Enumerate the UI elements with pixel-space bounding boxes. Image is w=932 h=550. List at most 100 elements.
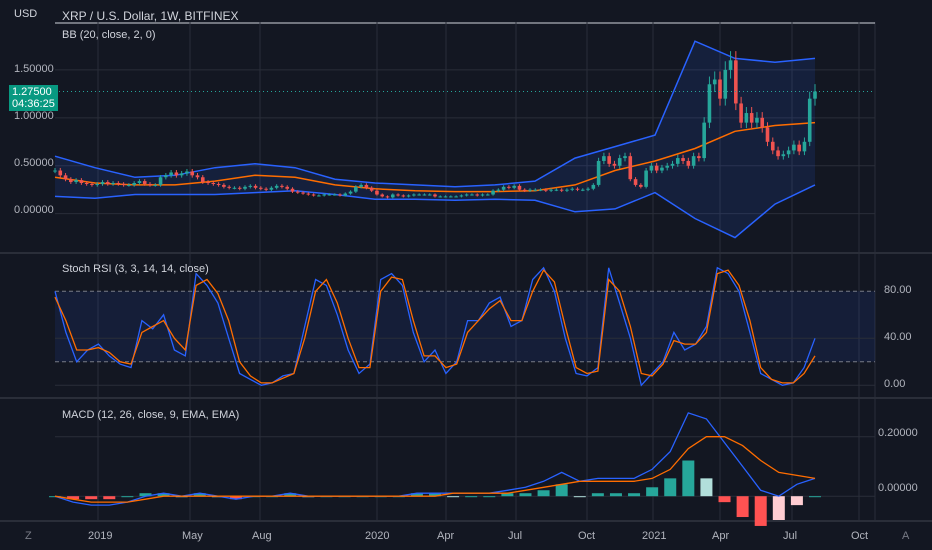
chart-window: USD XRP / U.S. Dollar, 1W, BITFINEX BB (… — [0, 0, 932, 550]
candle-body — [786, 150, 791, 155]
candle-body — [354, 186, 358, 192]
candle-body — [554, 189, 559, 191]
candle-body — [190, 171, 195, 176]
candle-body — [686, 160, 691, 166]
candle-body — [807, 98, 812, 142]
time-label-aug-2019: Aug — [252, 530, 272, 542]
candle-body — [528, 189, 532, 191]
macd-histogram-bar — [754, 496, 767, 526]
candle-body — [406, 195, 411, 197]
candle-body — [343, 193, 348, 196]
candle-body — [459, 195, 464, 197]
candle-body — [90, 183, 94, 185]
candle-body — [174, 172, 179, 176]
candle-body — [438, 196, 443, 198]
candle-body — [237, 187, 242, 189]
macd-histogram-bar — [121, 496, 134, 498]
candle-body — [100, 182, 105, 184]
time-label-apr-2021: Apr — [712, 530, 730, 542]
candle-body — [770, 141, 775, 151]
time-label-may-2019: May — [182, 530, 203, 542]
candle-body — [765, 127, 770, 142]
candle-body — [633, 179, 638, 185]
stoch-tick-40: 40.00 — [884, 331, 912, 343]
candle-body — [185, 171, 189, 174]
candle-body — [232, 187, 237, 189]
candle-body — [290, 188, 295, 192]
candle-body — [781, 154, 786, 157]
candle-body — [734, 60, 738, 104]
candle-body — [623, 156, 627, 159]
candle-body — [744, 113, 749, 123]
candle-body — [153, 184, 158, 186]
candle-body — [121, 183, 126, 185]
candle-body — [169, 172, 173, 176]
candle-body — [813, 91, 817, 99]
candle-body — [565, 189, 569, 191]
candle-body — [797, 144, 801, 152]
candle-body — [443, 196, 448, 198]
candle-body — [332, 194, 337, 196]
candle-body — [164, 175, 168, 178]
auto-scale-button[interactable]: A — [902, 530, 909, 542]
stoch-tick-0: 0.00 — [884, 378, 906, 390]
macd-histogram-bar — [465, 496, 478, 498]
chart-canvas[interactable] — [0, 0, 932, 550]
candle-body — [137, 181, 142, 183]
candle-body — [596, 160, 601, 185]
candle-body — [639, 184, 643, 187]
candle-body — [53, 170, 57, 172]
candle-body — [306, 193, 311, 195]
currency-label: USD — [14, 8, 38, 20]
macd-histogram-bar — [718, 496, 731, 503]
macd-histogram-bar — [700, 478, 713, 497]
candle-body — [243, 186, 247, 189]
time-label-jul-2020: Jul — [508, 530, 523, 542]
time-label-2019: 2019 — [88, 530, 113, 542]
candle-body — [501, 186, 506, 190]
candle-body — [69, 179, 73, 183]
macd-histogram-bar — [609, 493, 622, 497]
candle-body — [644, 170, 648, 187]
candle-body — [739, 103, 743, 123]
candle-body — [470, 194, 474, 196]
macd-histogram-bar — [772, 496, 785, 520]
candle-body — [464, 194, 469, 196]
candle-body — [707, 84, 712, 123]
candle-body — [449, 196, 453, 198]
candle-body — [390, 194, 395, 198]
macd-histogram-bar — [555, 484, 568, 497]
candle-body — [422, 194, 427, 196]
candle-body — [206, 182, 210, 184]
macd-histogram-bar — [85, 496, 98, 500]
candle-body — [427, 194, 432, 196]
candle-body — [264, 188, 268, 190]
macd-histogram-bar — [646, 487, 659, 497]
candle-body — [74, 180, 78, 183]
macd-histogram-bar — [809, 496, 821, 498]
candle-body — [454, 196, 458, 198]
macd-histogram-bar — [483, 496, 496, 498]
candle-body — [433, 194, 437, 197]
chart-title: XRP / U.S. Dollar, 1W, BITFINEX — [62, 9, 239, 23]
bar-countdown: 04:36:25 — [12, 98, 55, 110]
candle-body — [570, 188, 575, 190]
macd-histogram-bar — [682, 460, 695, 497]
candle-body — [702, 122, 706, 159]
macd-histogram-bar — [519, 493, 532, 497]
zoom-button[interactable]: Z — [25, 530, 32, 542]
candle-body — [200, 177, 205, 183]
candle-body — [396, 194, 400, 196]
macd-indicator-label[interactable]: MACD (12, 26, close, 9, EMA, EMA) — [62, 409, 239, 421]
candle-body — [792, 144, 796, 151]
candle-body — [549, 189, 553, 191]
macd-histogram-bar — [736, 496, 749, 518]
candle-body — [148, 183, 152, 185]
candle-body — [802, 141, 807, 152]
candle-body — [749, 113, 754, 123]
stoch-indicator-label[interactable]: Stoch RSI (3, 3, 14, 14, close) — [62, 263, 209, 275]
candle-body — [84, 183, 89, 184]
time-label-apr-2020: Apr — [437, 530, 455, 542]
candle-body — [158, 177, 163, 185]
bb-indicator-label[interactable]: BB (20, close, 2, 0) — [62, 29, 156, 41]
